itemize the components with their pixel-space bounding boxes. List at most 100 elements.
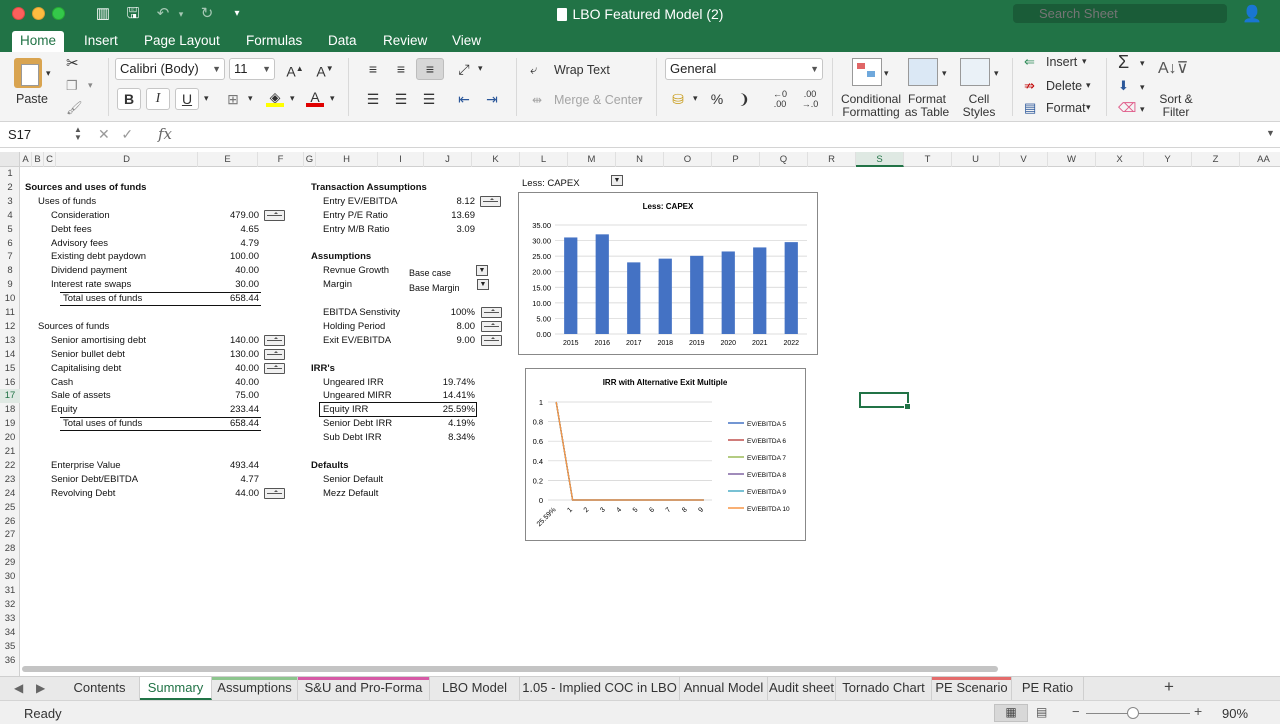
total-sources-value[interactable]: 658.44: [200, 417, 259, 431]
dropdown-arrow-icon[interactable]: ▼: [477, 279, 489, 291]
column-header[interactable]: K: [472, 152, 520, 167]
irr-label[interactable]: Sub Debt IRR: [323, 431, 382, 445]
row-header[interactable]: 33: [0, 612, 20, 626]
column-header[interactable]: A: [20, 152, 32, 167]
merge-dropdown-icon[interactable]: ▾: [638, 94, 643, 105]
row-header[interactable]: 36: [0, 654, 20, 668]
uses-header[interactable]: Uses of funds: [38, 195, 96, 209]
irr-value[interactable]: 14.41%: [430, 389, 475, 403]
column-header[interactable]: Y: [1144, 152, 1192, 167]
irr-value[interactable]: 8.34%: [430, 431, 475, 445]
sheet-tab[interactable]: Annual Model: [680, 677, 768, 700]
column-header[interactable]: AA: [1240, 152, 1280, 167]
default-label[interactable]: Mezz Default: [323, 487, 378, 501]
row-header[interactable]: 31: [0, 584, 20, 598]
column-header[interactable]: Q: [760, 152, 808, 167]
add-sheet-button[interactable]: +: [1164, 677, 1174, 697]
sheet-tab[interactable]: PE Scenario: [932, 677, 1012, 700]
column-header[interactable]: W: [1048, 152, 1096, 167]
cell-styles-dropdown-icon[interactable]: ▾: [994, 68, 999, 79]
italic-button[interactable]: I: [146, 88, 170, 110]
next-sheet-icon[interactable]: ▶: [36, 681, 45, 695]
spin-button-control[interactable]: [480, 195, 501, 207]
font-size-select[interactable]: 11 ▼: [229, 58, 275, 80]
column-header[interactable]: I: [378, 152, 424, 167]
row-header[interactable]: 14: [0, 348, 20, 362]
row-header[interactable]: 30: [0, 570, 20, 584]
summary-value[interactable]: 493.44: [200, 459, 259, 473]
customize-toolbar-icon[interactable]: ▾: [228, 5, 246, 23]
copy-dropdown-icon[interactable]: ▾: [88, 80, 93, 91]
sidebar-toggle-icon[interactable]: ▥: [94, 5, 112, 23]
sheet-tab[interactable]: Audit sheet: [768, 677, 836, 700]
column-header[interactable]: B: [32, 152, 44, 167]
sort-filter-icon[interactable]: A↓⊽: [1158, 58, 1188, 78]
param-label[interactable]: EBITDA Senstivity: [323, 306, 400, 320]
total-sources-label[interactable]: Total uses of funds: [63, 417, 142, 431]
tab-insert[interactable]: Insert: [76, 31, 126, 52]
column-header[interactable]: V: [1000, 152, 1048, 167]
row-header[interactable]: 17: [0, 389, 20, 404]
summary-value[interactable]: 44.00: [200, 487, 259, 501]
fill-color-dropdown-icon[interactable]: ▾: [290, 93, 295, 104]
row-header[interactable]: 7: [0, 250, 20, 264]
zoom-slider-knob[interactable]: [1127, 707, 1139, 719]
column-header[interactable]: N: [616, 152, 664, 167]
row-header[interactable]: 32: [0, 598, 20, 612]
row-header[interactable]: 20: [0, 431, 20, 445]
column-header[interactable]: P: [712, 152, 760, 167]
row-header[interactable]: 19: [0, 417, 20, 431]
spin-button-control[interactable]: [481, 334, 502, 346]
sources-value[interactable]: 130.00: [200, 348, 259, 362]
insert-function-icon[interactable]: fx: [158, 125, 172, 143]
total-uses-label[interactable]: Total uses of funds: [63, 292, 142, 306]
redo-icon[interactable]: ↻: [198, 5, 216, 23]
transaction-value[interactable]: 13.69: [430, 209, 475, 223]
wrap-text-button[interactable]: Wrap Text: [554, 63, 610, 77]
row-header[interactable]: 9: [0, 278, 20, 292]
revenue-growth-value[interactable]: Base case: [409, 266, 451, 280]
row-header[interactable]: 15: [0, 362, 20, 376]
sources-header[interactable]: Sources of funds: [38, 320, 109, 334]
row-header[interactable]: 11: [0, 306, 20, 320]
uses-value[interactable]: 4.79: [200, 237, 260, 251]
underline-button[interactable]: U: [175, 88, 199, 110]
row-header[interactable]: 23: [0, 473, 20, 487]
percent-style-button[interactable]: %: [706, 88, 728, 110]
format-painter-icon[interactable]: 🖌: [66, 100, 83, 116]
borders-button[interactable]: ⊞: [220, 88, 246, 110]
tab-page-layout[interactable]: Page Layout: [136, 31, 228, 52]
accounting-format-button[interactable]: ⛁: [665, 88, 691, 110]
copy-icon[interactable]: ❐: [66, 78, 78, 94]
row-header[interactable]: 24: [0, 487, 20, 501]
font-name-select[interactable]: Calibri (Body) ▼: [115, 58, 225, 80]
transaction-value[interactable]: 3.09: [430, 223, 476, 237]
conditional-formatting-button[interactable]: Conditional Formatting: [838, 93, 904, 119]
irr-value[interactable]: 4.19%: [430, 417, 475, 431]
cut-icon[interactable]: ✂: [66, 54, 79, 72]
row-header[interactable]: 8: [0, 264, 20, 278]
format-as-table-icon[interactable]: [908, 58, 938, 86]
column-header[interactable]: D: [56, 152, 198, 167]
spin-button-control[interactable]: [481, 307, 502, 318]
wrap-text-icon[interactable]: ⤶: [530, 62, 537, 78]
tab-review[interactable]: Review: [375, 31, 435, 52]
transaction-label[interactable]: Entry P/E Ratio: [323, 209, 388, 223]
prev-sheet-icon[interactable]: ◀: [14, 681, 23, 695]
irr-label[interactable]: Ungeared IRR: [323, 376, 384, 390]
align-center-button[interactable]: ☰: [388, 88, 414, 110]
merge-icon[interactable]: ⇹: [532, 93, 542, 107]
param-value[interactable]: 9.00: [430, 334, 476, 348]
uses-label[interactable]: Advisory fees: [51, 237, 108, 251]
sources-label[interactable]: Equity: [51, 403, 77, 417]
sources-label[interactable]: Cash: [51, 376, 73, 390]
capex-bar-chart[interactable]: Less: CAPEX 0.00 5.00 10.00 15.00 20.00 25.00 3…: [518, 192, 818, 355]
row-header[interactable]: 5: [0, 223, 20, 237]
borders-dropdown-icon[interactable]: ▾: [248, 93, 253, 104]
undo-icon[interactable]: ↶: [154, 5, 172, 23]
font-color-button[interactable]: A: [302, 88, 328, 110]
accounting-dropdown-icon[interactable]: ▾: [693, 93, 698, 104]
sources-value[interactable]: 75.00: [200, 389, 259, 403]
expand-formula-bar-icon[interactable]: ▼: [1266, 128, 1275, 138]
cell-styles-button[interactable]: Cell Styles: [958, 93, 1000, 119]
